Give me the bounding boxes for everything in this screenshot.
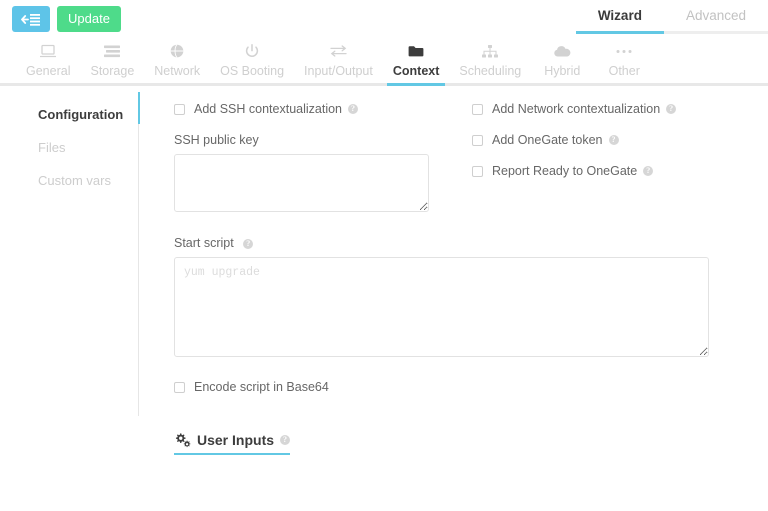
tab-hybrid-label: Hybrid xyxy=(544,64,581,78)
ssh-public-key-label: SSH public key xyxy=(174,133,259,147)
start-script-input[interactable] xyxy=(174,257,709,357)
help-icon[interactable]: ? xyxy=(608,135,619,145)
checkbox-box[interactable] xyxy=(472,134,483,146)
tab-storage-label: Storage xyxy=(90,64,135,78)
checkbox-add-network-contextualization[interactable]: Add Network contextualization ? xyxy=(472,102,716,116)
configuration-form: Add SSH contextualization ? SSH public k… xyxy=(160,86,768,455)
checkbox-label: Add Network contextualization xyxy=(492,102,661,116)
ssh-public-key-input[interactable] xyxy=(174,154,429,212)
ellipsis-icon xyxy=(616,43,632,59)
help-icon[interactable]: ? xyxy=(280,435,291,445)
section-tab-bar: General Storage Network OS Booting Input… xyxy=(0,38,768,86)
tab-network[interactable]: Network xyxy=(144,43,210,83)
checkbox-encode-script-base64[interactable]: Encode script in Base64 xyxy=(174,380,768,394)
tab-os-booting-label: OS Booting xyxy=(220,64,285,78)
tab-hybrid[interactable]: Hybrid xyxy=(531,43,593,83)
tab-general-label: General xyxy=(26,64,71,78)
update-button[interactable]: Update xyxy=(57,6,121,32)
tab-context-label: Context xyxy=(392,64,440,78)
tab-general[interactable]: General xyxy=(16,43,80,83)
tab-other-label: Other xyxy=(608,64,640,78)
start-script-label-text: Start script xyxy=(174,236,234,250)
exchange-icon xyxy=(330,43,347,59)
tab-wizard[interactable]: Wizard xyxy=(575,0,664,34)
user-inputs-label: User Inputs xyxy=(197,432,275,448)
checkbox-box[interactable] xyxy=(174,103,185,115)
checkbox-label: Encode script in Base64 xyxy=(194,380,329,394)
context-sidebar: Configuration Files Custom vars xyxy=(0,86,138,197)
power-icon xyxy=(245,43,259,59)
sidebar-divider xyxy=(138,92,139,416)
tab-storage[interactable]: Storage xyxy=(80,43,144,83)
tab-os-booting[interactable]: OS Booting xyxy=(210,43,294,83)
cloud-icon xyxy=(554,43,571,59)
tab-advanced[interactable]: Advanced xyxy=(663,0,768,34)
checkbox-add-onegate-token[interactable]: Add OneGate token ? xyxy=(472,133,716,147)
context-panel: Configuration Files Custom vars Add SSH … xyxy=(0,86,768,506)
mode-tab-group: Wizard Advanced xyxy=(575,0,768,34)
form-columns: Add SSH contextualization ? SSH public k… xyxy=(174,102,768,212)
form-column-left: Add SSH contextualization ? SSH public k… xyxy=(174,102,456,212)
checkbox-label: Add OneGate token xyxy=(492,133,603,147)
sidebar-item-files[interactable]: Files xyxy=(0,131,138,164)
tab-scheduling-label: Scheduling xyxy=(459,64,522,78)
start-script-label: Start script ? xyxy=(174,236,768,250)
form-column-right: Add Network contextualization ? Add OneG… xyxy=(456,102,716,212)
help-icon[interactable]: ? xyxy=(348,104,359,114)
checkbox-box[interactable] xyxy=(174,381,185,393)
sidebar-item-configuration[interactable]: Configuration xyxy=(0,98,138,131)
checkbox-box[interactable] xyxy=(472,165,483,177)
checkbox-label: Report Ready to OneGate xyxy=(492,164,638,178)
sitemap-icon xyxy=(482,43,499,59)
help-icon[interactable]: ? xyxy=(243,238,254,249)
checkbox-box[interactable] xyxy=(472,103,483,115)
sidebar-active-marker xyxy=(138,92,140,124)
start-script-group: Start script ? xyxy=(174,236,768,357)
globe-icon xyxy=(170,43,184,59)
tab-network-label: Network xyxy=(154,64,201,78)
storage-icon xyxy=(104,43,121,59)
folder-icon xyxy=(408,43,424,59)
checkbox-report-ready-to-onegate[interactable]: Report Ready to OneGate ? xyxy=(472,164,716,178)
tab-context[interactable]: Context xyxy=(383,43,450,86)
help-icon[interactable]: ? xyxy=(666,104,677,114)
back-button[interactable] xyxy=(12,6,50,32)
desktop-icon xyxy=(40,43,57,59)
help-icon[interactable]: ? xyxy=(643,166,654,176)
tab-input-output-label: Input/Output xyxy=(304,64,373,78)
sidebar-item-custom-vars[interactable]: Custom vars xyxy=(0,164,138,197)
tab-scheduling[interactable]: Scheduling xyxy=(449,43,531,83)
tab-input-output[interactable]: Input/Output xyxy=(294,43,383,83)
top-toolbar: Update Wizard Advanced xyxy=(0,0,768,38)
checkbox-add-ssh-contextualization[interactable]: Add SSH contextualization ? xyxy=(174,102,456,116)
back-list-icon xyxy=(21,13,41,26)
checkbox-label: Add SSH contextualization xyxy=(194,102,343,116)
user-inputs-header[interactable]: User Inputs ? xyxy=(174,432,291,455)
tab-other[interactable]: Other xyxy=(593,43,655,83)
cogs-icon xyxy=(174,432,191,448)
